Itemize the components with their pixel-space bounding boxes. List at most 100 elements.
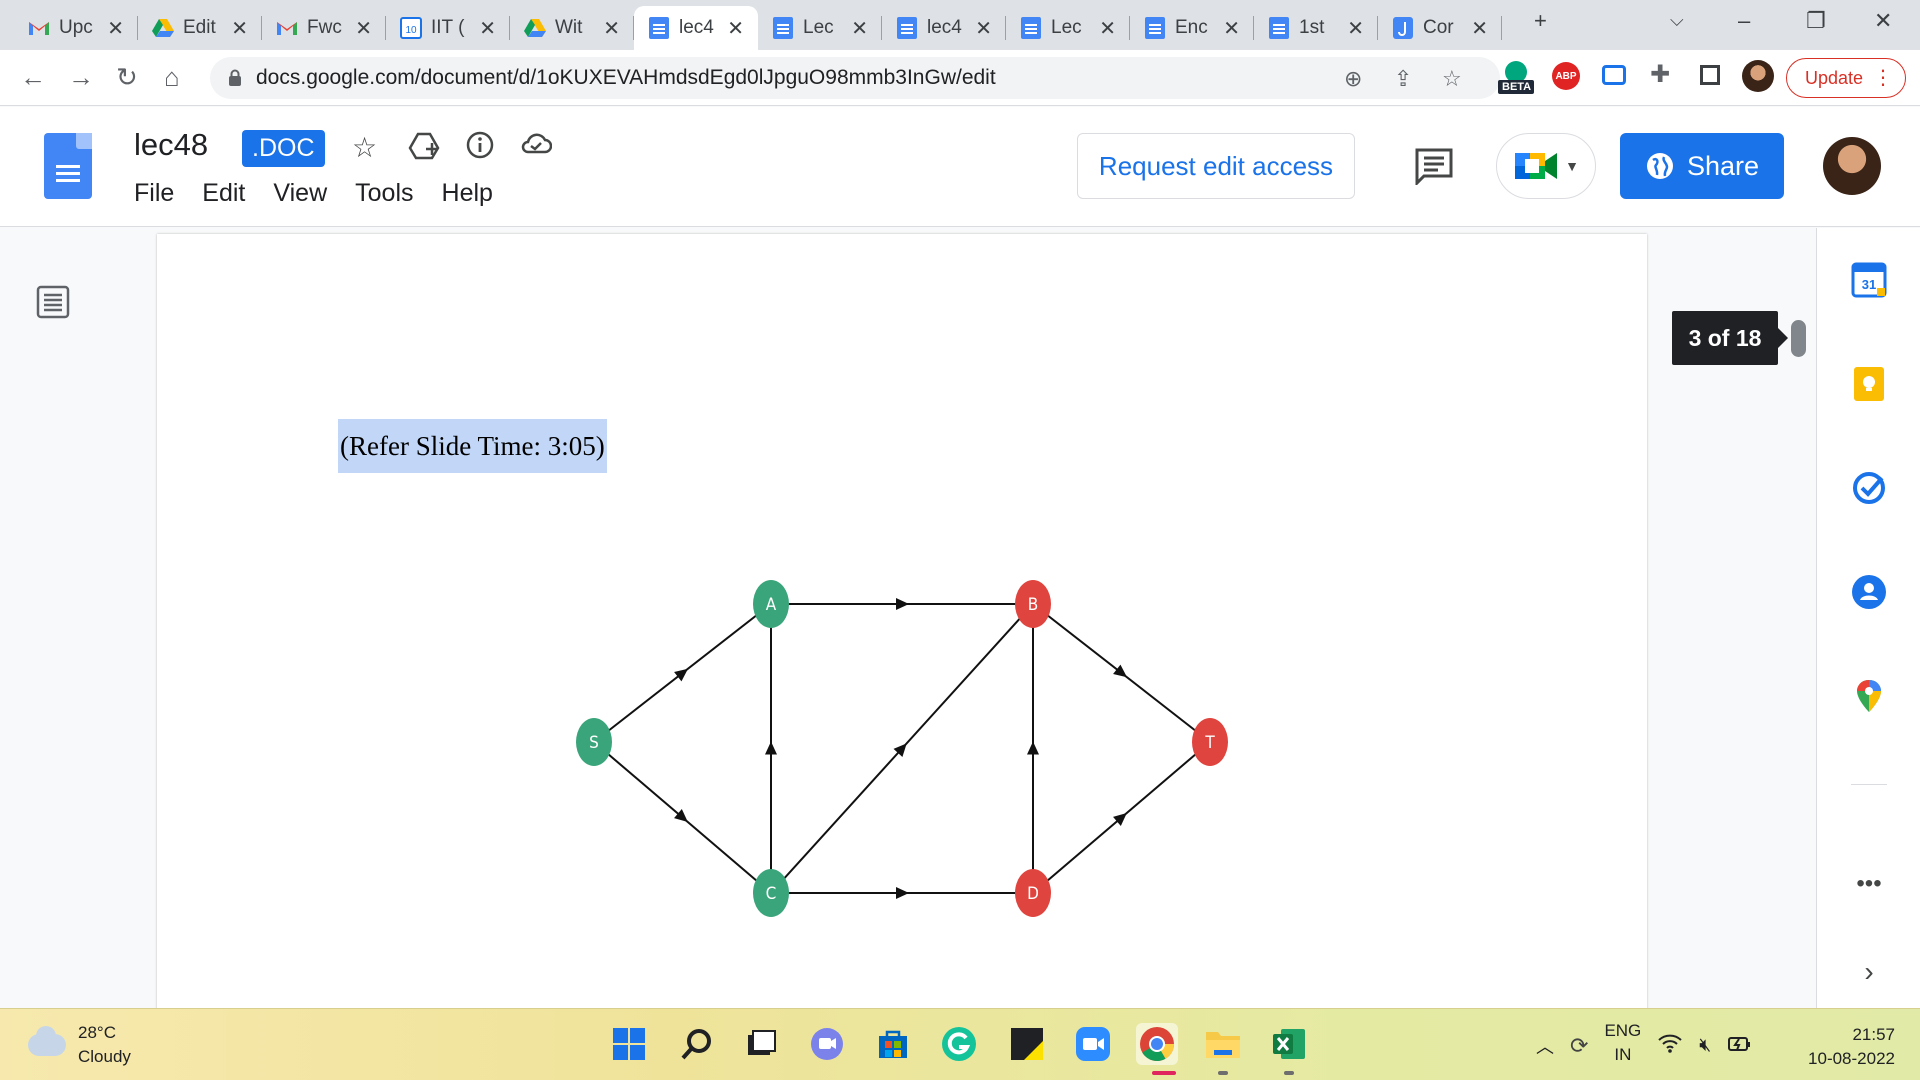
clock-time: 21:57 [1852,1025,1895,1044]
menu-file[interactable]: File [134,179,174,208]
browser-tab[interactable]: Upc ✕ [14,6,138,50]
edge-arrow-C-A [765,741,777,755]
menu-edit[interactable]: Edit [202,179,245,208]
comments-icon[interactable] [1414,147,1454,190]
browser-tab[interactable]: lec4 ✕ [634,6,758,50]
document-outline-icon[interactable] [36,285,70,324]
close-tab-icon[interactable]: ✕ [975,16,992,41]
close-tab-icon[interactable]: ✕ [479,16,496,41]
close-tab-icon[interactable]: ✕ [107,16,124,41]
request-edit-access-button[interactable]: Request edit access [1077,133,1355,199]
close-tab-icon[interactable]: ✕ [231,16,248,41]
back-icon[interactable]: ← [20,62,46,93]
docs-icon [648,17,670,39]
profile-avatar[interactable] [1742,60,1774,92]
sticky-notes-icon[interactable] [1006,1023,1048,1065]
minimize-icon[interactable]: – [1738,8,1750,34]
expand-panel-chevron-icon[interactable]: › [1851,954,1887,990]
store-icon[interactable] [872,1023,914,1065]
extensions-puzzle-icon[interactable]: ✚ [1650,60,1670,89]
close-tab-icon[interactable]: ✕ [1471,16,1488,41]
browser-tab[interactable]: Fwc ✕ [262,6,386,50]
calendar-icon[interactable]: 31 [1851,262,1887,298]
meet-button[interactable]: ▼ [1496,133,1596,199]
move-to-drive-icon[interactable] [408,131,440,168]
task-view-icon[interactable] [740,1023,782,1065]
document-details-icon[interactable] [466,131,494,166]
document-title[interactable]: lec48 [134,127,208,163]
weather-widget[interactable]: 28°C Cloudy [28,1021,131,1069]
menu-help[interactable]: Help [442,179,493,208]
start-icon[interactable] [608,1023,650,1065]
taskbar-clock[interactable]: 21:57 10-08-2022 [1799,1023,1895,1071]
meet-icon [1515,153,1558,179]
excel-icon[interactable] [1268,1023,1310,1065]
menu-view[interactable]: View [273,179,327,208]
browser-tab[interactable]: 1st ✕ [1254,6,1378,50]
contacts-icon[interactable] [1851,574,1887,610]
extension-beta[interactable]: BETA [1496,56,1536,101]
taskbar: 28°C Cloudy ︿ ⟳ ENG IN 🔇︎ 21:57 10-08-20… [0,1008,1920,1080]
restore-icon[interactable]: ❐ [1806,8,1826,34]
show-hidden-icons-chevron-icon[interactable]: ︿ [1536,1033,1554,1059]
bookmark-star-icon[interactable]: ☆ [1442,66,1462,92]
edge-arrow-A-B [896,598,909,610]
close-tab-icon[interactable]: ✕ [1347,16,1364,41]
screen-capture-icon[interactable] [1602,65,1626,85]
browser-tab[interactable]: Wit ✕ [510,6,634,50]
share-page-icon[interactable]: ⇪ [1394,66,1412,92]
close-tab-icon[interactable]: ✕ [1099,16,1116,41]
file-explorer-icon[interactable] [1202,1023,1244,1065]
document-page[interactable]: (Refer Slide Time: 3:05) SACBDT [157,234,1647,1034]
more-apps-icon[interactable]: ••• [1851,866,1887,902]
scrollbar-thumb[interactable] [1791,320,1806,357]
wifi-icon[interactable] [1657,1033,1683,1059]
menu-tools[interactable]: Tools [355,179,413,208]
search-icon[interactable] [676,1023,718,1065]
battery-icon[interactable] [1727,1034,1753,1059]
update-button[interactable]: Update ⋮ [1786,58,1906,98]
chrome-icon[interactable] [1136,1023,1178,1065]
tab-title: Lec [803,17,834,38]
zoom-icon[interactable]: ⊕ [1344,66,1362,92]
tab-title: Edit [183,17,216,38]
browser-tab[interactable]: Lec ✕ [758,6,882,50]
address-bar[interactable]: docs.google.com/document/d/1oKUXEVAHmdsd… [210,57,1500,99]
cloud-saved-icon[interactable] [520,131,553,163]
browser-tab[interactable]: Edit ✕ [138,6,262,50]
chat-icon[interactable] [806,1023,848,1065]
browser-tab[interactable]: Cor ✕ [1378,6,1502,50]
close-tab-icon[interactable]: ✕ [1223,16,1240,41]
home-icon[interactable]: ⌂ [164,62,180,93]
reload-icon[interactable]: ↻ [116,62,138,93]
close-tab-icon[interactable]: ✕ [603,16,620,41]
close-window-icon[interactable]: ✕ [1874,8,1892,34]
account-avatar[interactable] [1823,137,1881,195]
docs-logo-icon[interactable] [44,133,92,199]
sync-icon[interactable]: ⟳ [1570,1033,1588,1059]
node-A: A [753,580,789,628]
side-panel-divider [1851,784,1887,785]
side-panel-icon[interactable] [1700,65,1720,85]
volume-muted-icon[interactable]: 🔇︎ [1699,1035,1711,1057]
close-tab-icon[interactable]: ✕ [851,16,868,41]
star-icon[interactable]: ☆ [352,131,377,164]
browser-tab[interactable]: lec4 ✕ [882,6,1006,50]
zoom-app-icon[interactable] [1072,1023,1114,1065]
share-button[interactable]: Share [1620,133,1784,199]
new-tab-button[interactable]: + [1534,8,1547,34]
language-indicator[interactable]: ENG IN [1604,1019,1641,1067]
browser-tab[interactable]: Enc ✕ [1130,6,1254,50]
tab-search-icon[interactable]: ⌵ [1670,10,1684,31]
close-tab-icon[interactable]: ✕ [355,16,372,41]
system-tray: ︿ ⟳ ENG IN 🔇︎ [1536,1021,1753,1067]
browser-tab[interactable]: Lec ✕ [1006,6,1130,50]
maps-icon[interactable] [1851,678,1887,714]
close-tab-icon[interactable]: ✕ [727,16,744,41]
forward-icon[interactable]: → [68,62,94,93]
tasks-icon[interactable] [1851,470,1887,506]
adblock-extension[interactable]: ABP [1552,62,1580,90]
browser-tab[interactable]: 10 IIT (✕ [386,6,510,50]
grammarly-icon[interactable] [938,1023,980,1065]
keep-icon[interactable] [1851,366,1887,402]
